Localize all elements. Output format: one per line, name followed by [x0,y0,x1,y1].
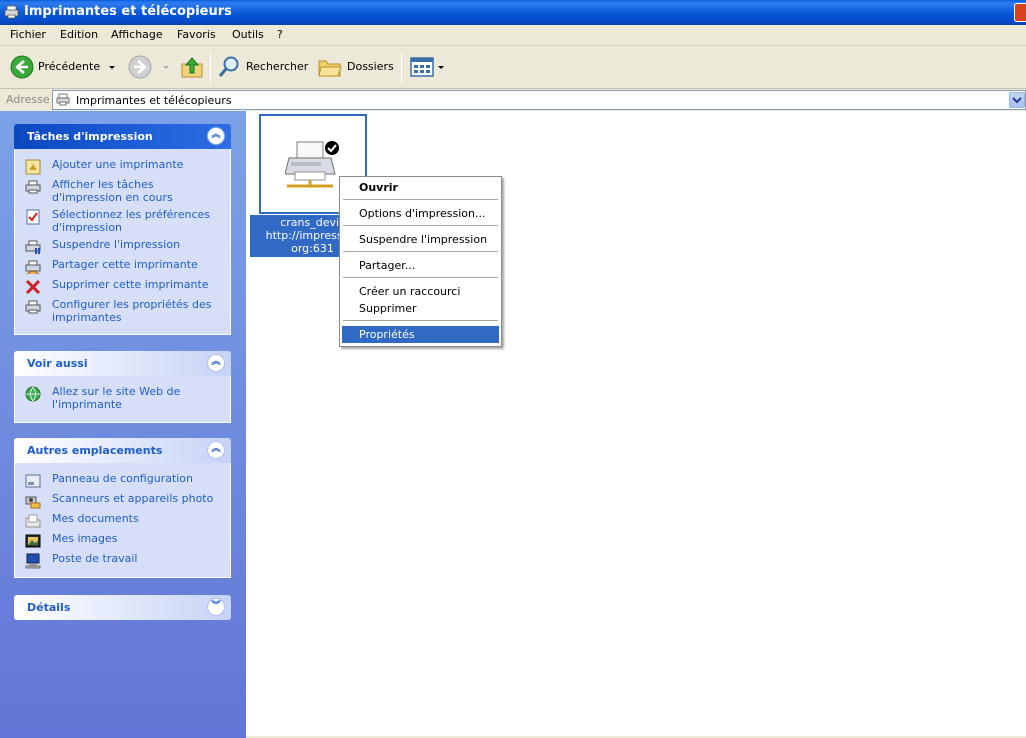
pause-printer-icon [25,240,41,254]
forward-dropdown-arrow-icon[interactable] [163,66,169,69]
close-button[interactable] [1014,3,1026,22]
menu-bar: Fichier Edition Affichage Favoris Outils… [0,25,1026,46]
print-tasks-body: Ajouter une imprimante Afficher les tâch… [14,149,231,335]
menu-item-delete[interactable]: Supprimer [342,300,499,317]
collapse-chevron-icon[interactable]: ︽ [207,127,225,145]
expand-chevron-icon[interactable]: ︾ [207,598,225,616]
other-places-panel: Autres emplacements ︽ Panneau de configu… [14,438,231,578]
context-menu: Ouvrir Options d'impression... Suspendre… [339,176,502,347]
toolbar-separator [401,52,402,84]
delete-icon [25,279,41,295]
printer-properties-icon [25,300,41,314]
menu-item-open[interactable]: Ouvrir [342,179,499,196]
printer-folder-icon [56,93,70,106]
details-header[interactable]: Détails ︾ [14,595,231,620]
views-dropdown-arrow-icon[interactable] [438,66,444,69]
details-panel: Détails ︾ [14,595,231,620]
address-bar: Adresse Imprimantes et télécopieurs [0,89,1026,111]
toolbar: Précédente Rechercher Dossiers [0,46,1026,89]
menu-item-share[interactable]: Partager... [342,257,499,274]
collapse-chevron-icon[interactable]: ︽ [207,441,225,459]
menu-item-properties[interactable]: Propriétés [342,326,499,343]
control-panel-icon [25,474,41,488]
other-places-body: Panneau de configuration Scanneurs et ap… [14,463,231,578]
up-folder-button[interactable] [180,54,206,80]
print-tasks-title: Tâches d'impression [27,130,153,143]
search-button[interactable]: Rechercher [217,54,309,80]
address-label: Adresse [6,93,50,106]
back-button[interactable]: Précédente [8,54,120,80]
preferences-icon [26,209,40,225]
up-folder-icon [181,57,203,78]
folders-icon [318,60,342,77]
details-title: Détails [27,601,71,614]
menu-item-print-options[interactable]: Options d'impression... [342,205,499,222]
back-label: Précédente [38,60,101,73]
menu-outils[interactable]: Outils [232,28,264,41]
views-button[interactable] [408,54,446,80]
search-icon [218,56,239,77]
menu-fichier[interactable]: Fichier [10,28,46,41]
computer-icon [25,553,41,569]
documents-folder-icon [25,514,41,528]
folders-label: Dossiers [347,60,394,73]
address-dropdown-button[interactable] [1009,92,1025,108]
forward-arrow-icon [128,55,152,79]
folders-button[interactable]: Dossiers [318,54,394,80]
menu-separator [343,251,498,252]
collapse-chevron-icon[interactable]: ︽ [207,354,225,372]
menu-separator [343,277,498,278]
scanner-camera-icon [25,496,41,509]
address-field[interactable]: Imprimantes et télécopieurs [52,90,1026,110]
title-bar[interactable]: Imprimantes et télécopieurs [0,0,1026,25]
menu-separator [343,225,498,226]
menu-help[interactable]: ? [277,28,283,41]
see-also-panel: Voir aussi ︽ Allez sur le site Web de l'… [14,351,231,423]
search-label: Rechercher [246,60,309,73]
menu-edition[interactable]: Edition [60,28,98,41]
toolbar-separator [210,52,211,84]
back-dropdown-arrow-icon[interactable] [109,66,115,69]
menu-favoris[interactable]: Favoris [177,28,216,41]
menu-affichage[interactable]: Affichage [111,28,163,41]
chevron-down-icon [1012,97,1022,104]
menu-separator [343,320,498,321]
menu-separator [343,199,498,200]
menu-item-pause-printing[interactable]: Suspendre l'impression [342,231,499,248]
other-places-header[interactable]: Autres emplacements ︽ [14,438,231,463]
print-tasks-panel: Tâches d'impression ︽ Ajouter une imprim… [14,124,231,335]
see-also-body: Allez sur le site Web de l'imprimante [14,376,231,423]
pictures-folder-icon [25,534,41,548]
add-printer-icon [25,159,41,175]
menu-item-create-shortcut[interactable]: Créer un raccourci [342,283,499,300]
share-printer-icon [25,260,41,275]
globe-icon [25,386,41,402]
other-places-title: Autres emplacements [27,444,163,457]
back-arrow-icon [10,55,34,79]
printer-icon [25,180,41,194]
see-also-title: Voir aussi [27,357,88,370]
forward-button[interactable] [128,54,172,80]
see-also-header[interactable]: Voir aussi ︽ [14,351,231,376]
network-printer-icon [285,141,339,188]
address-value: Imprimantes et télécopieurs [76,94,232,107]
printer-folder-icon [4,5,19,19]
views-icon [410,57,434,77]
print-tasks-header[interactable]: Tâches d'impression ︽ [14,124,231,149]
window-title: Imprimantes et télécopieurs [24,4,232,19]
